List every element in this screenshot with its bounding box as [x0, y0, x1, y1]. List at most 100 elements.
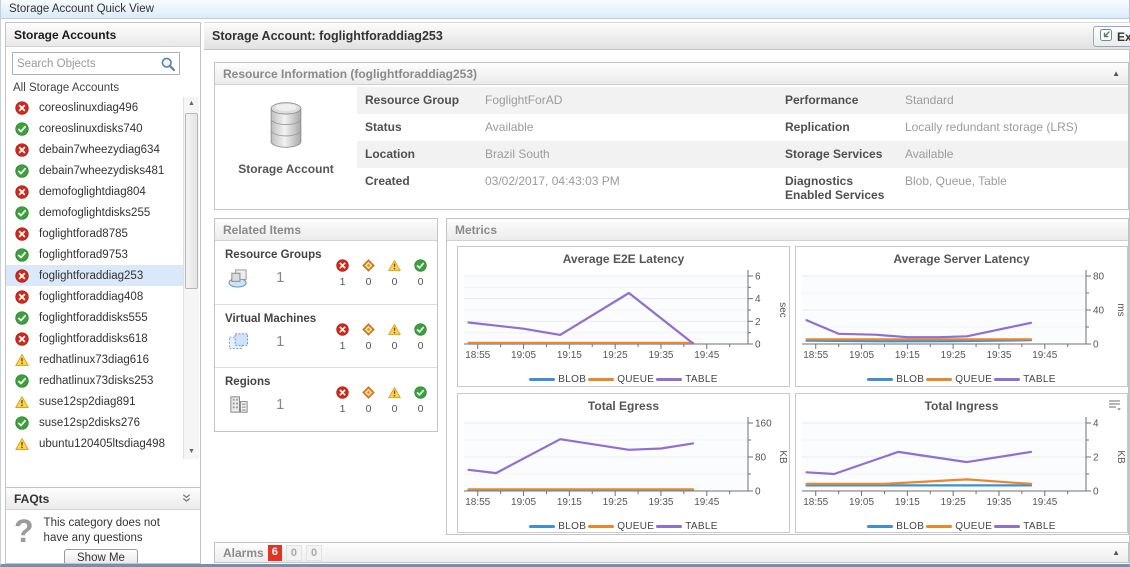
svg-text:19:15: 19:15 [557, 497, 582, 508]
info-field-label: Replication [777, 114, 897, 141]
scroll-up-icon[interactable]: ▲ [184, 97, 199, 111]
related-item-count[interactable]: 1 [276, 333, 284, 350]
list-item[interactable]: foglightforaddisks555 [6, 307, 183, 328]
metrics-title: Metrics [455, 223, 497, 237]
list-item[interactable]: demofoglightdisks255 [6, 202, 183, 223]
warning-status-icon [15, 353, 29, 367]
warning-icon [388, 386, 401, 399]
svg-text:40: 40 [1093, 306, 1105, 317]
related-item-alarms: 1000 [336, 313, 427, 361]
window-title: Storage Account Quick View [9, 3, 154, 15]
svg-text:0: 0 [1093, 340, 1099, 351]
legend-blob: BLOB [867, 521, 924, 532]
list-item[interactable]: ubuntu120405ltsdiag498 [6, 433, 183, 454]
account-name: demofoglightdiag804 [39, 186, 146, 198]
alarms-bar[interactable]: Alarms 600 ▲ [214, 542, 1129, 563]
list-item[interactable]: coreoslinuxdisks740 [6, 118, 183, 139]
related-item-label: Virtual Machines [225, 313, 316, 325]
list-item[interactable]: suse12sp2diag891 [6, 391, 183, 412]
alarm-badge[interactable]: 0 [286, 545, 302, 561]
list-item[interactable]: foglightforaddisks618 [6, 328, 183, 349]
alarm-count: 0 [418, 340, 424, 352]
legend-blob: BLOB [867, 374, 924, 385]
list-item[interactable]: foglightforaddiag408 [6, 286, 183, 307]
chart-options-icon[interactable] [1108, 398, 1121, 416]
chart-plot: 04080ms18:5519:0519:1519:2519:3519:45 [796, 268, 1127, 372]
list-item[interactable]: suse12sp2disks276 [6, 412, 183, 433]
svg-text:2: 2 [755, 317, 761, 328]
related-item-count[interactable]: 1 [276, 396, 284, 413]
svg-text:80: 80 [1093, 272, 1105, 283]
alarms-collapse-icon[interactable]: ▲ [1112, 549, 1120, 557]
sidebar-scrollbar[interactable]: ▲ ▼ [183, 97, 199, 459]
account-name: ubuntu120405ltsdiag498 [39, 438, 165, 450]
related-item-regions[interactable]: Regions11000 [215, 367, 437, 430]
fatal-icon [336, 323, 349, 336]
all-storage-accounts-link[interactable]: All Storage Accounts [6, 79, 200, 98]
svg-text:19:05: 19:05 [511, 350, 536, 361]
svg-text:sec: sec [777, 302, 788, 318]
storage-account-icon-caption: Storage Account [238, 162, 334, 176]
list-item[interactable]: redhatlinux73diag616 [6, 349, 183, 370]
list-item[interactable]: debain7wheezydiag634 [6, 139, 183, 160]
scrollbar-thumb[interactable] [185, 113, 198, 289]
warning-status-icon [15, 395, 29, 409]
chart-plot: 024KB18:5519:0519:1519:2519:3519:45 [796, 415, 1127, 519]
account-name: foglightforaddiag408 [39, 291, 143, 303]
account-name: coreoslinuxdiag496 [39, 102, 138, 114]
collapse-up-icon[interactable]: ▲ [1112, 70, 1120, 78]
list-item[interactable]: foglightforad9753 [6, 244, 183, 265]
list-item[interactable]: redhatlinux73disks253 [6, 370, 183, 391]
alarm-badge[interactable]: 0 [306, 545, 322, 561]
list-item[interactable]: debain7wheezydisks481 [6, 160, 183, 181]
account-name: suse12sp2disks276 [39, 417, 140, 429]
list-item[interactable]: foglightforad8785 [6, 223, 183, 244]
fatal-status-icon [15, 101, 29, 115]
region-icon [227, 394, 250, 415]
explore-icon [1099, 28, 1113, 45]
faqts-body: ? This category does not have any questi… [6, 510, 200, 546]
faqts-header: FAQts [6, 488, 200, 510]
explore-button[interactable]: Exp [1093, 26, 1130, 47]
svg-text:19:45: 19:45 [1032, 350, 1057, 361]
list-item[interactable]: demofoglightdiag804 [6, 181, 183, 202]
chart-title: Average Server Latency [796, 252, 1127, 268]
critical-icon [362, 259, 375, 272]
legend-blob: BLOB [529, 521, 586, 532]
scroll-down-icon[interactable]: ▼ [184, 445, 199, 459]
related-item-resource-groups[interactable]: Resource Groups11000 [215, 241, 437, 304]
chart-title: Average E2E Latency [458, 252, 789, 268]
related-items-header: Related Items [215, 219, 437, 241]
alarm-count: 0 [392, 340, 398, 352]
list-item[interactable]: foglightforaddiag253 [6, 265, 183, 286]
related-items-title: Related Items [223, 223, 301, 237]
chart-legend: BLOBQUEUETABLE [458, 372, 789, 387]
svg-text:0: 0 [755, 340, 761, 351]
related-item-virtual-machines[interactable]: Virtual Machines11000 [215, 304, 437, 367]
related-item-alarms: 1000 [336, 376, 427, 424]
related-items-body: Resource Groups11000Virtual Machines1100… [215, 241, 437, 430]
account-name: foglightforaddisks555 [39, 312, 148, 324]
search-input[interactable] [13, 53, 155, 74]
storage-accounts-panel-header: Storage Accounts [6, 23, 200, 47]
chart-plot: 0246sec18:5519:0519:1519:2519:3519:45 [458, 268, 789, 372]
info-field-label: Performance [777, 87, 897, 114]
main-header: Storage Account: foglightforaddiag253 Ex… [204, 22, 1130, 50]
list-item[interactable]: coreoslinuxdiag496 [6, 97, 183, 118]
normal-icon [414, 259, 427, 272]
info-field-value: Blob, Queue, Table [897, 168, 1128, 206]
alarm-badge[interactable]: 6 [268, 545, 282, 561]
info-field-value: Available [897, 141, 1128, 168]
fatal-status-icon [15, 227, 29, 241]
account-name: foglightforaddiag253 [39, 270, 143, 282]
search-icon[interactable] [160, 56, 176, 77]
related-items-panel: Related Items Resource Groups11000 Virtua… [214, 218, 438, 432]
show-me-button[interactable]: Show Me [64, 549, 138, 564]
virtual-machine-icon [227, 331, 250, 352]
faqts-collapse-icon[interactable] [181, 492, 192, 506]
legend-table: TABLE [656, 521, 717, 532]
fatal-status-icon [15, 269, 29, 283]
normal-icon [414, 323, 427, 336]
alarm-count: 1 [340, 403, 346, 415]
related-item-count[interactable]: 1 [276, 269, 284, 286]
